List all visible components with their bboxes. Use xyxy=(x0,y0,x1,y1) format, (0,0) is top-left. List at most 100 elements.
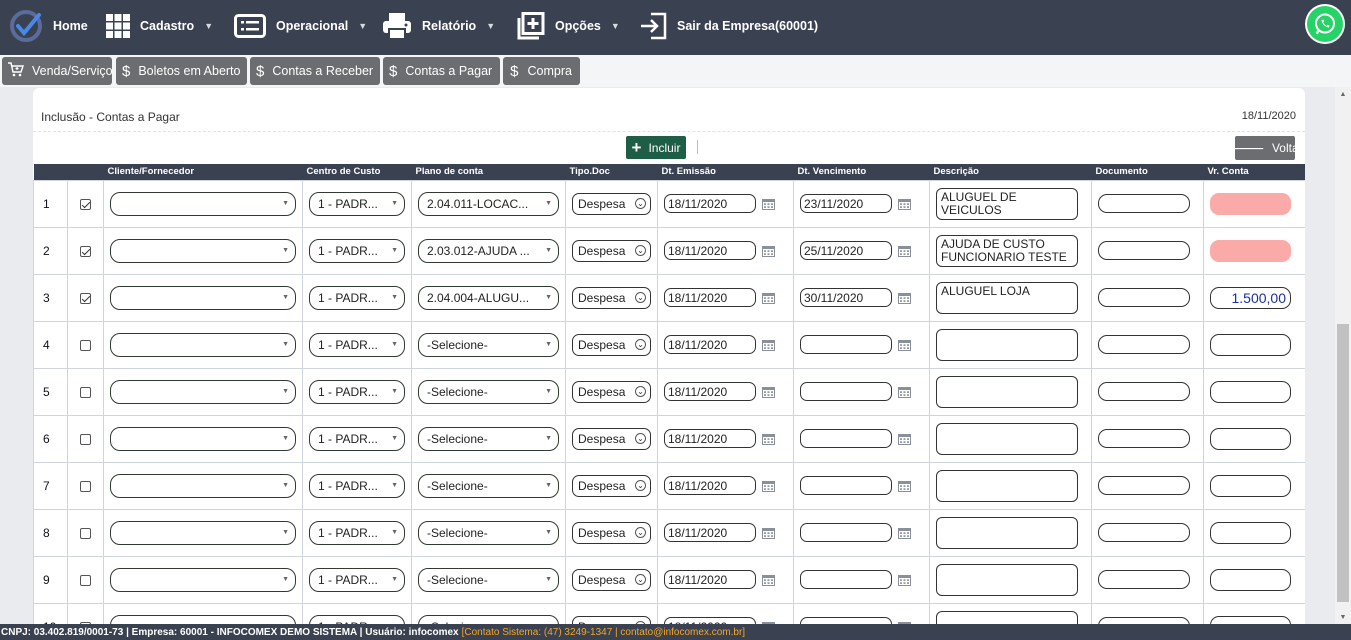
compra-button[interactable]: $ Compra xyxy=(503,57,580,85)
nav-sair-empresa[interactable]: Sair da Empresa(60001) xyxy=(639,0,818,52)
documento-input[interactable] xyxy=(1098,570,1190,589)
descricao-textarea[interactable]: ALUGUEL LOJA xyxy=(936,281,1078,314)
centro-custo-select[interactable]: 1 - PADR...▼ xyxy=(309,473,405,498)
tipo-doc-select[interactable]: Despesa⌄ xyxy=(572,568,651,591)
calendar-icon[interactable] xyxy=(762,527,775,539)
emissao-date-input[interactable]: 18/11/2020 xyxy=(664,570,756,589)
centro-custo-select[interactable]: 1 - PADR...▼ xyxy=(309,426,405,451)
boletos-aberto-button[interactable]: $ Boletos em Aberto xyxy=(116,57,247,85)
plano-conta-select[interactable]: -Selecione-▼ xyxy=(418,567,559,592)
row-checkbox[interactable] xyxy=(80,339,91,351)
emissao-date-input[interactable]: 18/11/2020 xyxy=(664,288,756,307)
descricao-textarea[interactable]: ALUGUEL DE VEICULOS xyxy=(936,187,1078,220)
descricao-textarea[interactable] xyxy=(936,422,1078,455)
cliente-select[interactable]: ▼ xyxy=(110,332,296,357)
emissao-date-input[interactable]: 18/11/2020 xyxy=(664,241,756,260)
tipo-doc-select[interactable]: Despesa⌄ xyxy=(572,333,651,356)
plano-conta-select[interactable]: 2.04.011-LOCAC... ▼ xyxy=(418,191,559,216)
calendar-icon[interactable] xyxy=(898,198,911,210)
calendar-icon[interactable] xyxy=(762,198,775,210)
venda-servico-button[interactable]: Venda/Serviço xyxy=(2,57,113,85)
contas-receber-button[interactable]: $ Contas a Receber xyxy=(250,57,380,85)
plano-conta-select[interactable]: 2.03.012-AJUDA ... ▼ xyxy=(418,238,559,263)
centro-custo-select[interactable]: 1 - PADR...▼ xyxy=(309,379,405,404)
centro-custo-select[interactable]: 1 - PADR...▼ xyxy=(309,238,405,263)
calendar-icon[interactable] xyxy=(762,339,775,351)
emissao-date-input[interactable]: 18/11/2020 xyxy=(664,523,756,542)
cliente-select[interactable]: ▼ xyxy=(110,520,296,545)
emissao-date-input[interactable]: 18/11/2020 xyxy=(664,429,756,448)
calendar-icon[interactable] xyxy=(898,292,911,304)
contas-pagar-button[interactable]: $ Contas a Pagar xyxy=(383,57,500,85)
centro-custo-select[interactable]: 1 - PADR...▼ xyxy=(309,191,405,216)
page-scrollbar[interactable]: ▲ ▼ xyxy=(1335,87,1351,624)
row-checkbox[interactable] xyxy=(80,386,91,398)
voltar-button[interactable]: 🡐 Voltar xyxy=(1227,136,1303,160)
valor-input[interactable] xyxy=(1210,333,1291,356)
calendar-icon[interactable] xyxy=(898,245,911,257)
scroll-up-arrow-icon[interactable]: ▲ xyxy=(1335,87,1351,101)
calendar-icon[interactable] xyxy=(898,574,911,586)
calendar-icon[interactable] xyxy=(762,245,775,257)
calendar-icon[interactable] xyxy=(762,574,775,586)
descricao-textarea[interactable]: AJUDA DE CUSTO FUNCIONARIO TESTE xyxy=(936,234,1078,267)
plano-conta-select[interactable]: -Selecione-▼ xyxy=(418,379,559,404)
plano-conta-select[interactable]: -Selecione-▼ xyxy=(418,520,559,545)
descricao-textarea[interactable] xyxy=(936,328,1078,361)
cliente-select[interactable]: ▼ xyxy=(110,285,296,310)
valor-input[interactable]: 1.500,00 xyxy=(1210,286,1291,309)
row-checkbox[interactable] xyxy=(80,527,91,539)
documento-input[interactable] xyxy=(1098,523,1190,542)
whatsapp-button[interactable] xyxy=(1307,6,1343,42)
tipo-doc-select[interactable]: Despesa⌄ xyxy=(572,427,651,450)
valor-input[interactable] xyxy=(1210,239,1291,262)
cliente-select[interactable]: ▼ xyxy=(110,238,296,263)
emissao-date-input[interactable]: 18/11/2020 xyxy=(664,194,756,213)
vencimento-date-input[interactable]: 30/11/2020 xyxy=(800,288,892,307)
row-checkbox[interactable] xyxy=(80,433,91,445)
valor-input[interactable] xyxy=(1210,568,1291,591)
valor-input[interactable] xyxy=(1210,474,1291,497)
valor-input[interactable] xyxy=(1210,192,1291,215)
plano-conta-select[interactable]: -Selecione-▼ xyxy=(418,426,559,451)
calendar-icon[interactable] xyxy=(898,527,911,539)
scroll-down-arrow-icon[interactable]: ▼ xyxy=(1335,610,1351,624)
emissao-date-input[interactable]: 18/11/2020 xyxy=(664,476,756,495)
vencimento-date-input[interactable] xyxy=(800,429,892,448)
plano-conta-select[interactable]: 2.04.004-ALUGU... ▼ xyxy=(418,285,559,310)
calendar-icon[interactable] xyxy=(898,386,911,398)
row-checkbox[interactable] xyxy=(80,198,91,210)
valor-input[interactable] xyxy=(1210,521,1291,544)
vencimento-date-input[interactable] xyxy=(800,382,892,401)
emissao-date-input[interactable]: 18/11/2020 xyxy=(664,382,756,401)
vencimento-date-input[interactable] xyxy=(800,570,892,589)
documento-input[interactable] xyxy=(1098,241,1190,260)
centro-custo-select[interactable]: 1 - PADR...▼ xyxy=(309,567,405,592)
calendar-icon[interactable] xyxy=(762,480,775,492)
vencimento-date-input[interactable]: 25/11/2020 xyxy=(800,241,892,260)
tipo-doc-select[interactable]: Despesa⌄ xyxy=(572,239,651,262)
documento-input[interactable] xyxy=(1098,429,1190,448)
row-checkbox[interactable] xyxy=(80,574,91,586)
descricao-textarea[interactable] xyxy=(936,516,1078,549)
nav-opcoes[interactable]: Opções ▼ xyxy=(515,0,620,52)
documento-input[interactable] xyxy=(1098,335,1190,354)
documento-input[interactable] xyxy=(1098,194,1190,213)
documento-input[interactable] xyxy=(1098,476,1190,495)
descricao-textarea[interactable] xyxy=(936,563,1078,596)
vencimento-date-input[interactable]: 23/11/2020 xyxy=(800,194,892,213)
calendar-icon[interactable] xyxy=(898,480,911,492)
tipo-doc-select[interactable]: Despesa⌄ xyxy=(572,286,651,309)
centro-custo-select[interactable]: 1 - PADR...▼ xyxy=(309,332,405,357)
nav-cadastro[interactable]: Cadastro ▼ xyxy=(106,0,213,52)
vencimento-date-input[interactable] xyxy=(800,523,892,542)
calendar-icon[interactable] xyxy=(762,433,775,445)
calendar-icon[interactable] xyxy=(762,292,775,304)
centro-custo-select[interactable]: 1 - PADR...▼ xyxy=(309,520,405,545)
valor-input[interactable] xyxy=(1210,380,1291,403)
tipo-doc-select[interactable]: Despesa⌄ xyxy=(572,192,651,215)
calendar-icon[interactable] xyxy=(898,339,911,351)
incluir-button[interactable]: + Incluir xyxy=(626,136,686,159)
tipo-doc-select[interactable]: Despesa⌄ xyxy=(572,521,651,544)
tipo-doc-select[interactable]: Despesa⌄ xyxy=(572,380,651,403)
